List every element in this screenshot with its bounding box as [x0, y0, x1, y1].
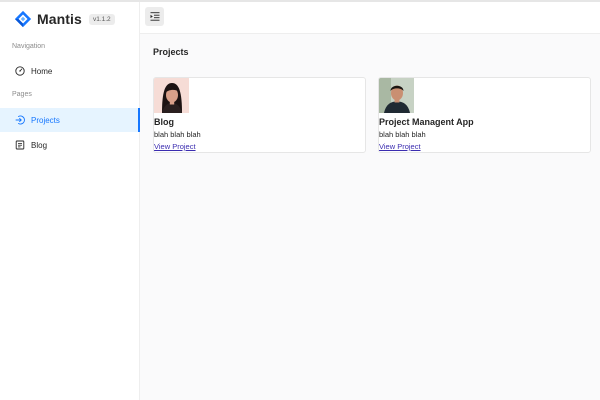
project-card: Project Managent App blah blah blah View… [378, 77, 591, 153]
sidebar: Mantis v1.1.2 Navigation Home Pages Proj… [0, 2, 140, 400]
sidebar-item-label: Home [31, 66, 53, 76]
brand-name: Mantis [37, 11, 82, 27]
brand[interactable]: Mantis v1.1.2 [14, 9, 115, 29]
menu-fold-icon [150, 12, 159, 21]
nav-section-label-navigation: Navigation [12, 43, 46, 50]
sidebar-item-label: Blog [31, 140, 48, 150]
sidebar-item-projects[interactable]: Projects [0, 108, 140, 132]
version-badge: v1.1.2 [88, 13, 115, 25]
view-project-link[interactable]: View Project [379, 142, 421, 151]
view-project-link[interactable]: View Project [154, 142, 196, 151]
project-description: blah blah blah [154, 130, 201, 139]
sidebar-toggle-button[interactable] [145, 7, 164, 26]
diamond-logo-icon [14, 10, 32, 28]
login-icon [15, 115, 25, 125]
project-thumbnail [154, 78, 189, 113]
project-thumbnail [379, 78, 414, 113]
page-title: Projects [153, 47, 189, 57]
sidebar-item-home[interactable]: Home [0, 59, 140, 83]
nav-section-label-pages: Pages [12, 91, 32, 98]
sidebar-item-blog[interactable]: Blog [0, 133, 140, 157]
project-title: Project Managent App [379, 117, 474, 127]
project-card: Blog blah blah blah View Project [153, 77, 366, 153]
dashboard-icon [15, 66, 25, 76]
project-description: blah blah blah [379, 130, 426, 139]
sidebar-item-label: Projects [31, 115, 60, 125]
profile-icon [15, 140, 25, 150]
project-title: Blog [154, 117, 174, 127]
top-header [140, 2, 600, 34]
